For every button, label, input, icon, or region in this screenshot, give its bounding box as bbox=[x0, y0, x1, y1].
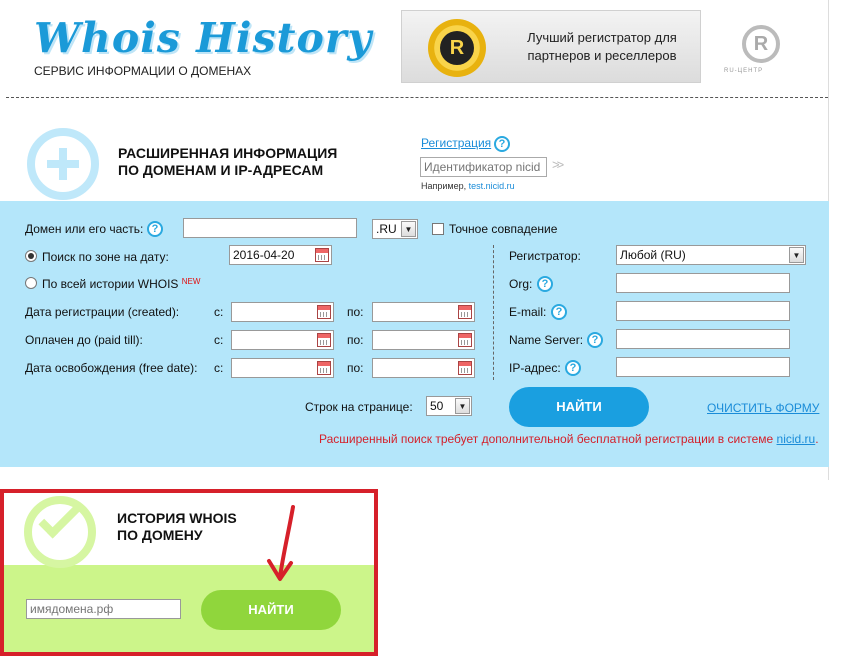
calendar-icon[interactable] bbox=[317, 305, 331, 319]
zone-select[interactable]: .RU ▼ bbox=[372, 219, 418, 239]
double-chevron-icon[interactable]: >> bbox=[552, 157, 564, 172]
created-label: Дата регистрации (created): bbox=[25, 305, 180, 319]
created-to-input[interactable] bbox=[372, 302, 475, 322]
calendar-icon[interactable] bbox=[458, 361, 472, 375]
zone-date-input[interactable]: 2016-04-20 bbox=[229, 245, 332, 265]
chevron-down-icon: ▼ bbox=[455, 398, 470, 414]
calendar-icon[interactable] bbox=[317, 333, 331, 347]
advanced-find-button[interactable]: НАЙТИ bbox=[509, 387, 649, 427]
from-label: с: bbox=[214, 305, 224, 319]
panel-divider bbox=[493, 245, 494, 380]
all-history-label: По всей истории WHOIS NEW bbox=[42, 277, 201, 291]
registrar-label: Регистратор: bbox=[509, 249, 581, 263]
from-label: с: bbox=[214, 333, 224, 347]
paid-till-to-input[interactable] bbox=[372, 330, 475, 350]
help-icon[interactable]: ? bbox=[147, 221, 163, 237]
ip-input[interactable] bbox=[616, 357, 790, 377]
paid-till-label: Оплачен до (paid till): bbox=[25, 333, 143, 347]
header-divider bbox=[6, 97, 828, 98]
from-label: с: bbox=[214, 361, 224, 375]
paid-till-from-input[interactable] bbox=[231, 330, 334, 350]
banner-text: Лучший регистратор для партнеров и ресел… bbox=[527, 30, 677, 63]
nicid-input[interactable] bbox=[420, 157, 547, 177]
name-server-input[interactable] bbox=[616, 329, 790, 349]
help-icon[interactable]: ? bbox=[551, 304, 567, 320]
free-date-label: Дата освобождения (free date): bbox=[25, 361, 198, 375]
calendar-icon[interactable] bbox=[458, 305, 472, 319]
name-server-label: Name Server: bbox=[509, 333, 584, 347]
free-date-to-input[interactable] bbox=[372, 358, 475, 378]
chevron-down-icon: ▼ bbox=[401, 221, 416, 237]
help-icon[interactable]: ? bbox=[494, 136, 510, 152]
advanced-section-title: РАСШИРЕННАЯ ИНФОРМАЦИЯ ПО ДОМЕНАМ И IP-А… bbox=[118, 145, 338, 178]
email-input[interactable] bbox=[616, 301, 790, 321]
search-zone-radio[interactable] bbox=[25, 250, 37, 262]
page: Whois History СЕРВИС ИНФОРМАЦИИ О ДОМЕНА… bbox=[0, 0, 844, 656]
ad-banner[interactable]: R Лучший регистратор для партнеров и рес… bbox=[401, 10, 701, 83]
annotation-arrow-icon bbox=[267, 505, 295, 581]
registrar-select[interactable]: Любой (RU) ▼ bbox=[616, 245, 806, 265]
exact-match-checkbox[interactable] bbox=[432, 223, 444, 235]
ip-label: IP-адрес: bbox=[509, 361, 561, 375]
help-icon[interactable]: ? bbox=[565, 360, 581, 376]
calendar-icon[interactable] bbox=[315, 248, 329, 262]
site-logo[interactable]: Whois History bbox=[34, 14, 372, 62]
partner-logo-icon[interactable]: R bbox=[742, 25, 780, 63]
calendar-icon[interactable] bbox=[317, 361, 331, 375]
rows-per-page-label: Строк на странице: bbox=[305, 400, 413, 414]
domain-label: Домен или его часть: bbox=[25, 222, 144, 236]
nicid-link[interactable]: nicid.ru bbox=[777, 432, 816, 446]
calendar-icon[interactable] bbox=[458, 333, 472, 347]
registrar-seal-icon: R bbox=[428, 19, 486, 77]
search-zone-label: Поиск по зоне на дату: bbox=[42, 250, 169, 264]
created-from-input[interactable] bbox=[231, 302, 334, 322]
new-badge: NEW bbox=[181, 277, 201, 286]
rows-per-page-select[interactable]: 50 ▼ bbox=[426, 396, 472, 416]
registration-notice: Расширенный поиск требует дополнительной… bbox=[319, 432, 819, 446]
partner-logo-caption: RU-ЦЕНТР bbox=[724, 68, 764, 74]
to-label: по: bbox=[347, 361, 364, 375]
org-label: Org: bbox=[509, 277, 533, 291]
to-label: по: bbox=[347, 333, 364, 347]
exact-match-label: Точное совпадение bbox=[449, 222, 558, 236]
registration-link[interactable]: Регистрация bbox=[421, 136, 491, 150]
free-date-from-input[interactable] bbox=[231, 358, 334, 378]
domain-input[interactable] bbox=[183, 218, 357, 238]
plus-circle-icon bbox=[27, 128, 99, 200]
example-hint: Например, test.nicid.ru bbox=[421, 181, 515, 191]
site-tagline: СЕРВИС ИНФОРМАЦИИ О ДОМЕНАХ bbox=[34, 64, 252, 78]
email-label: E-mail: bbox=[509, 305, 547, 319]
help-icon[interactable]: ? bbox=[537, 276, 553, 292]
highlight-frame bbox=[0, 489, 378, 656]
chevron-down-icon: ▼ bbox=[789, 247, 804, 263]
to-label: по: bbox=[347, 305, 364, 319]
org-input[interactable] bbox=[616, 273, 790, 293]
help-icon[interactable]: ? bbox=[587, 332, 603, 348]
clear-form-link[interactable]: ОЧИСТИТЬ ФОРМУ bbox=[707, 401, 819, 415]
all-history-radio[interactable] bbox=[25, 277, 37, 289]
